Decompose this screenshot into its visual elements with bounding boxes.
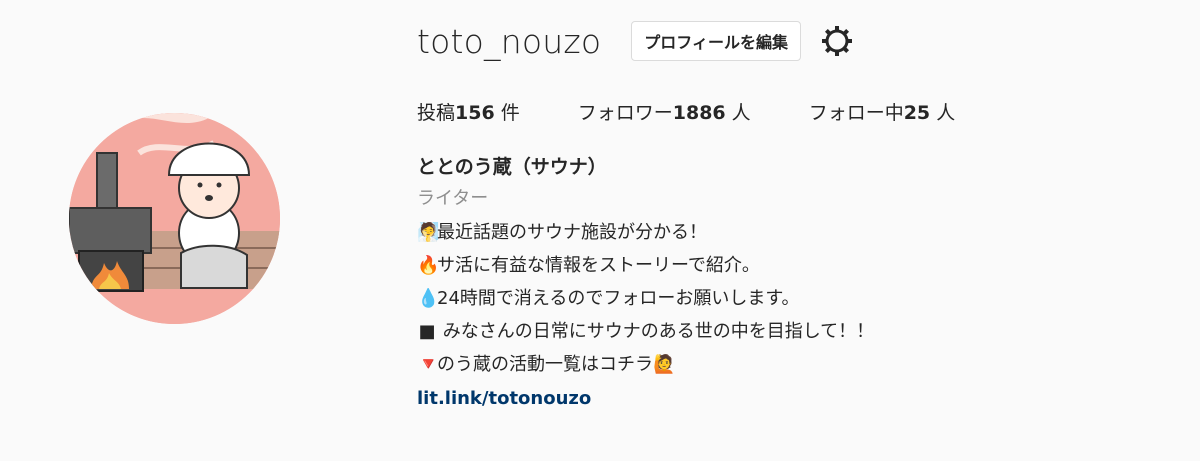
profile-stats: 投稿156 件 フォロワー1886 人 フォロー中25 人: [417, 98, 1177, 124]
square-icon: ■: [418, 321, 436, 342]
bio-line: 🔻のう蔵の活動一覧はコチラ🙋: [417, 348, 1177, 381]
category-label: ライター: [417, 188, 489, 209]
bio-line: 💧24時間で消えるのでフォローお願いします。: [417, 282, 1177, 315]
droplet-icon: 💧: [417, 288, 440, 309]
followers-stat[interactable]: フォロワー1886 人: [578, 98, 751, 125]
edit-profile-button[interactable]: プロフィールを編集: [631, 21, 801, 61]
sauna-person-icon: 🧖: [417, 222, 440, 243]
bio-line: 🔥サ活に有益な情報をストーリーで紹介。: [417, 249, 1177, 282]
profile-header: toto_nouzo プロフィールを編集 投稿156 件 フォロワー1886 人…: [417, 18, 1177, 417]
profile-top-row: toto_nouzo プロフィールを編集: [417, 18, 1177, 64]
following-stat[interactable]: フォロー中25 人: [809, 98, 956, 125]
down-triangle-icon: 🔻: [417, 354, 440, 375]
profile-avatar[interactable]: [69, 113, 280, 324]
fire-icon: 🔥: [417, 255, 440, 276]
full-name: ととのう蔵（サウナ）: [417, 156, 607, 178]
posts-stat: 投稿156 件: [417, 101, 520, 124]
username: toto_nouzo: [417, 21, 602, 61]
avatar-illustration: [69, 113, 280, 324]
profile-link[interactable]: lit.link/totonouzo: [417, 381, 1177, 417]
gear-icon[interactable]: [819, 23, 855, 59]
bio-line: ■ みなさんの日常にサウナのある世の中を目指して！！: [417, 315, 1177, 348]
profile-bio: ととのう蔵（サウナ） ライター 🧖最近話題のサウナ施設が分かる！ 🔥サ活に有益な…: [417, 152, 1177, 417]
bio-line: 🧖最近話題のサウナ施設が分かる！: [417, 216, 1177, 249]
